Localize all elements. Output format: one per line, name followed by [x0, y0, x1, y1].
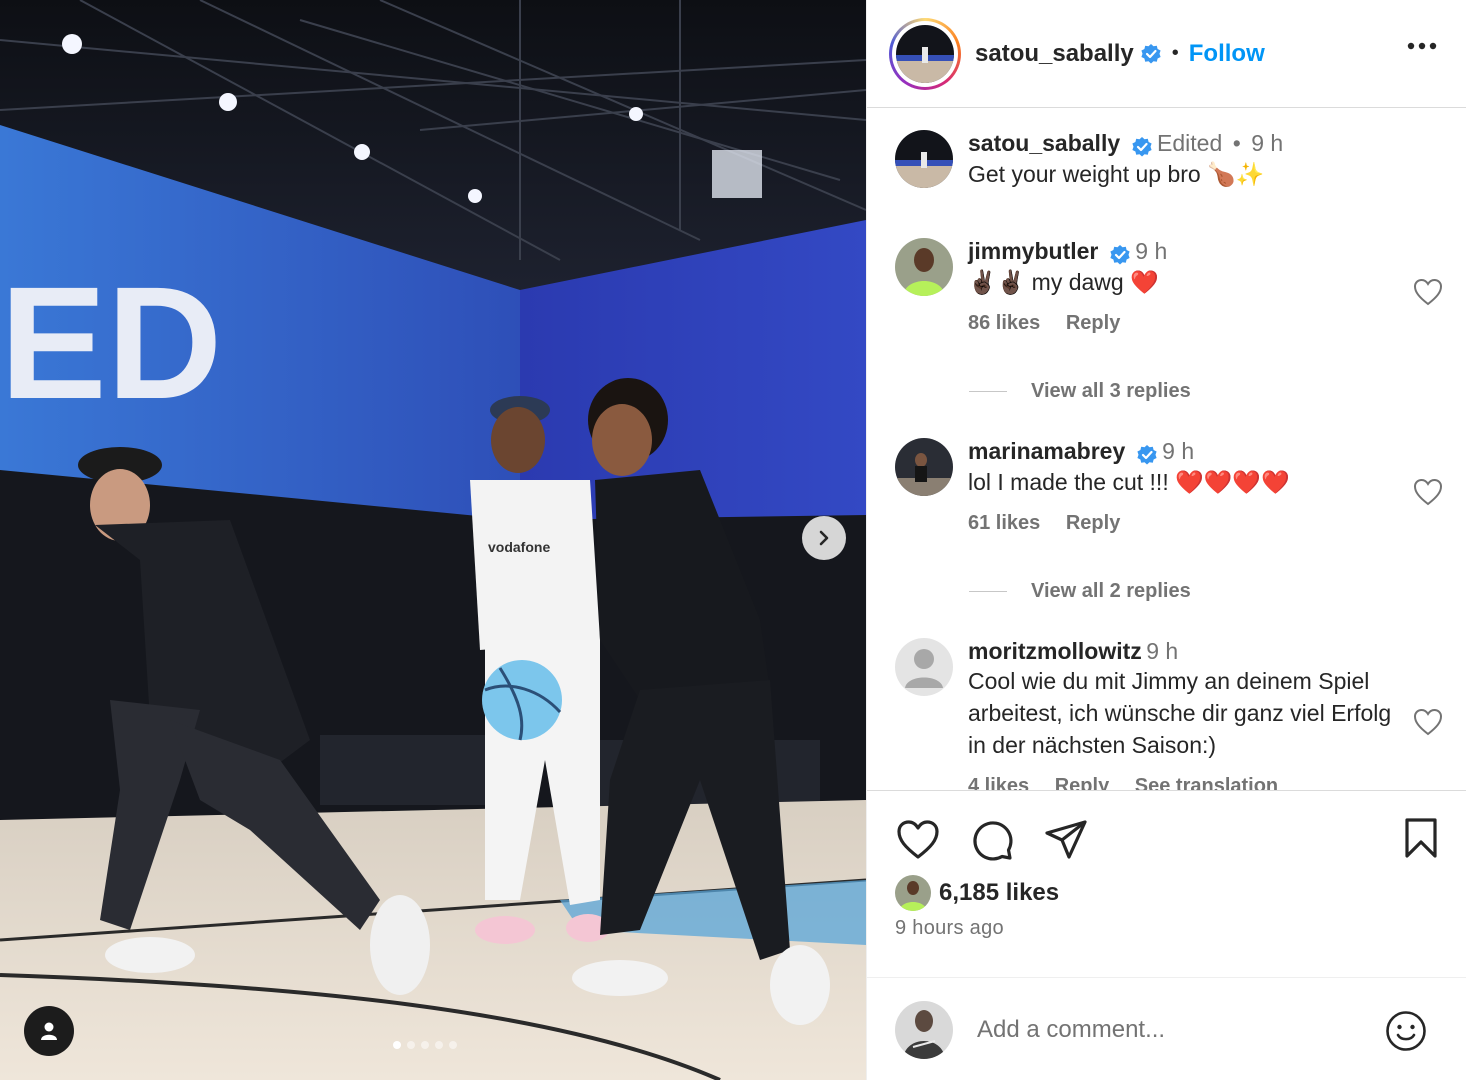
comment-icon[interactable]: [969, 817, 1015, 863]
view-replies-button[interactable]: View all 2 replies: [969, 580, 1191, 603]
post-side-panel: satou_sabally • Follow satou_sabally Edi…: [866, 0, 1466, 1080]
add-comment-bar: [867, 977, 1466, 1080]
caption-separator: •: [1232, 130, 1241, 156]
comment-username[interactable]: jimmybutler: [968, 238, 1098, 264]
carousel-next-button[interactable]: [802, 516, 846, 560]
post-timestamp[interactable]: 9 hours ago: [895, 917, 1004, 940]
post-caption: satou_sabally Edited • 9 h Get your weig…: [895, 130, 1455, 200]
carousel-dot: [421, 1041, 429, 1049]
replies-divider: [969, 391, 1007, 392]
carousel-dot: [393, 1041, 401, 1049]
share-icon[interactable]: [1043, 817, 1089, 863]
banner-text: ED: [0, 253, 222, 432]
caption-text: Get your weight up bro 🍗✨: [968, 160, 1265, 187]
comment-likes[interactable]: 4 likes: [968, 775, 1029, 790]
follow-button[interactable]: Follow: [1189, 40, 1265, 68]
avatar: [895, 1000, 953, 1059]
header-separator: •: [1171, 42, 1179, 64]
verified-badge-icon: [1131, 136, 1152, 157]
comment-likes[interactable]: 61 likes: [968, 512, 1040, 534]
comment-text: Cool wie du mit Jimmy an deinem Spiel ar…: [968, 668, 1392, 758]
avatar: [896, 24, 954, 83]
avatar[interactable]: [895, 438, 953, 496]
comment-input[interactable]: [977, 1015, 1367, 1044]
caption-time[interactable]: 9 h: [1251, 130, 1283, 156]
comment-item: jimmybutler 9 h ✌🏿✌🏿 my dawg ❤️ 86 likes…: [895, 238, 1455, 358]
carousel-dot: [449, 1041, 457, 1049]
post-author-username[interactable]: satou_sabally: [975, 40, 1134, 68]
verified-badge-icon: [1110, 244, 1130, 265]
user-tag-icon: [41, 1022, 57, 1040]
comment-item: marinamabrey 9 h lol I made the cut !!! …: [895, 438, 1455, 558]
comment-time[interactable]: 9 h: [1135, 238, 1167, 264]
carousel-dot: [435, 1041, 443, 1049]
photo-scene: ED vodafone: [0, 0, 866, 1080]
reply-button[interactable]: Reply: [1055, 775, 1109, 790]
verified-badge-icon: [1141, 43, 1161, 63]
view-replies-label: View all 2 replies: [1031, 580, 1191, 602]
comment-text: lol I made the cut !!! ❤️❤️❤️❤️: [968, 468, 1290, 495]
action-bar: [895, 817, 1089, 863]
smiley-icon[interactable]: [1385, 1010, 1427, 1052]
comment-likes[interactable]: 86 likes: [968, 312, 1040, 334]
avatar[interactable]: [895, 130, 953, 188]
chevron-right-icon: [819, 530, 829, 546]
comment-username[interactable]: marinamabrey: [968, 438, 1125, 464]
reply-button[interactable]: Reply: [1066, 512, 1120, 534]
comments-list[interactable]: satou_sabally Edited • 9 h Get your weig…: [867, 108, 1466, 790]
post-header: satou_sabally • Follow: [867, 0, 1466, 108]
comment-time[interactable]: 9 h: [1146, 638, 1178, 664]
carousel-indicator: [393, 1041, 457, 1049]
caption-username[interactable]: satou_sabally: [968, 130, 1120, 156]
user-tags-button[interactable]: [24, 1006, 74, 1056]
avatar[interactable]: [895, 238, 953, 296]
heart-icon[interactable]: [1413, 278, 1443, 306]
heart-icon[interactable]: [895, 817, 941, 863]
comment-time[interactable]: 9 h: [1162, 438, 1194, 464]
caption-edited-label: Edited: [1157, 130, 1223, 156]
view-replies-label: View all 3 replies: [1031, 380, 1191, 402]
heart-icon[interactable]: [1413, 708, 1443, 736]
story-ring[interactable]: [889, 17, 961, 90]
view-replies-button[interactable]: View all 3 replies: [969, 380, 1191, 403]
comment-username[interactable]: moritzmollowitz: [968, 638, 1142, 664]
replies-divider: [969, 591, 1007, 592]
more-options-icon[interactable]: [1407, 42, 1437, 50]
comment-item: moritzmollowitz 9 h Cool wie du mit Jimm…: [895, 638, 1455, 790]
carousel-dot: [407, 1041, 415, 1049]
default-avatar-icon[interactable]: [895, 638, 953, 696]
likes-summary[interactable]: 6,185 likes: [895, 875, 1059, 911]
avatar: [895, 875, 931, 911]
comment-text: ✌🏿✌🏿 my dawg ❤️: [968, 268, 1159, 295]
heart-icon[interactable]: [1413, 478, 1443, 506]
jersey-sponsor-text: vodafone: [488, 539, 550, 555]
post-footer: 6,185 likes 9 hours ago: [867, 790, 1466, 1080]
likes-count[interactable]: 6,185 likes: [939, 879, 1059, 907]
post-photo[interactable]: ED vodafone: [0, 0, 866, 1080]
verified-badge-icon: [1137, 444, 1157, 465]
bookmark-icon[interactable]: [1403, 817, 1439, 859]
reply-button[interactable]: Reply: [1066, 312, 1120, 334]
see-translation-button[interactable]: See translation: [1135, 775, 1278, 790]
